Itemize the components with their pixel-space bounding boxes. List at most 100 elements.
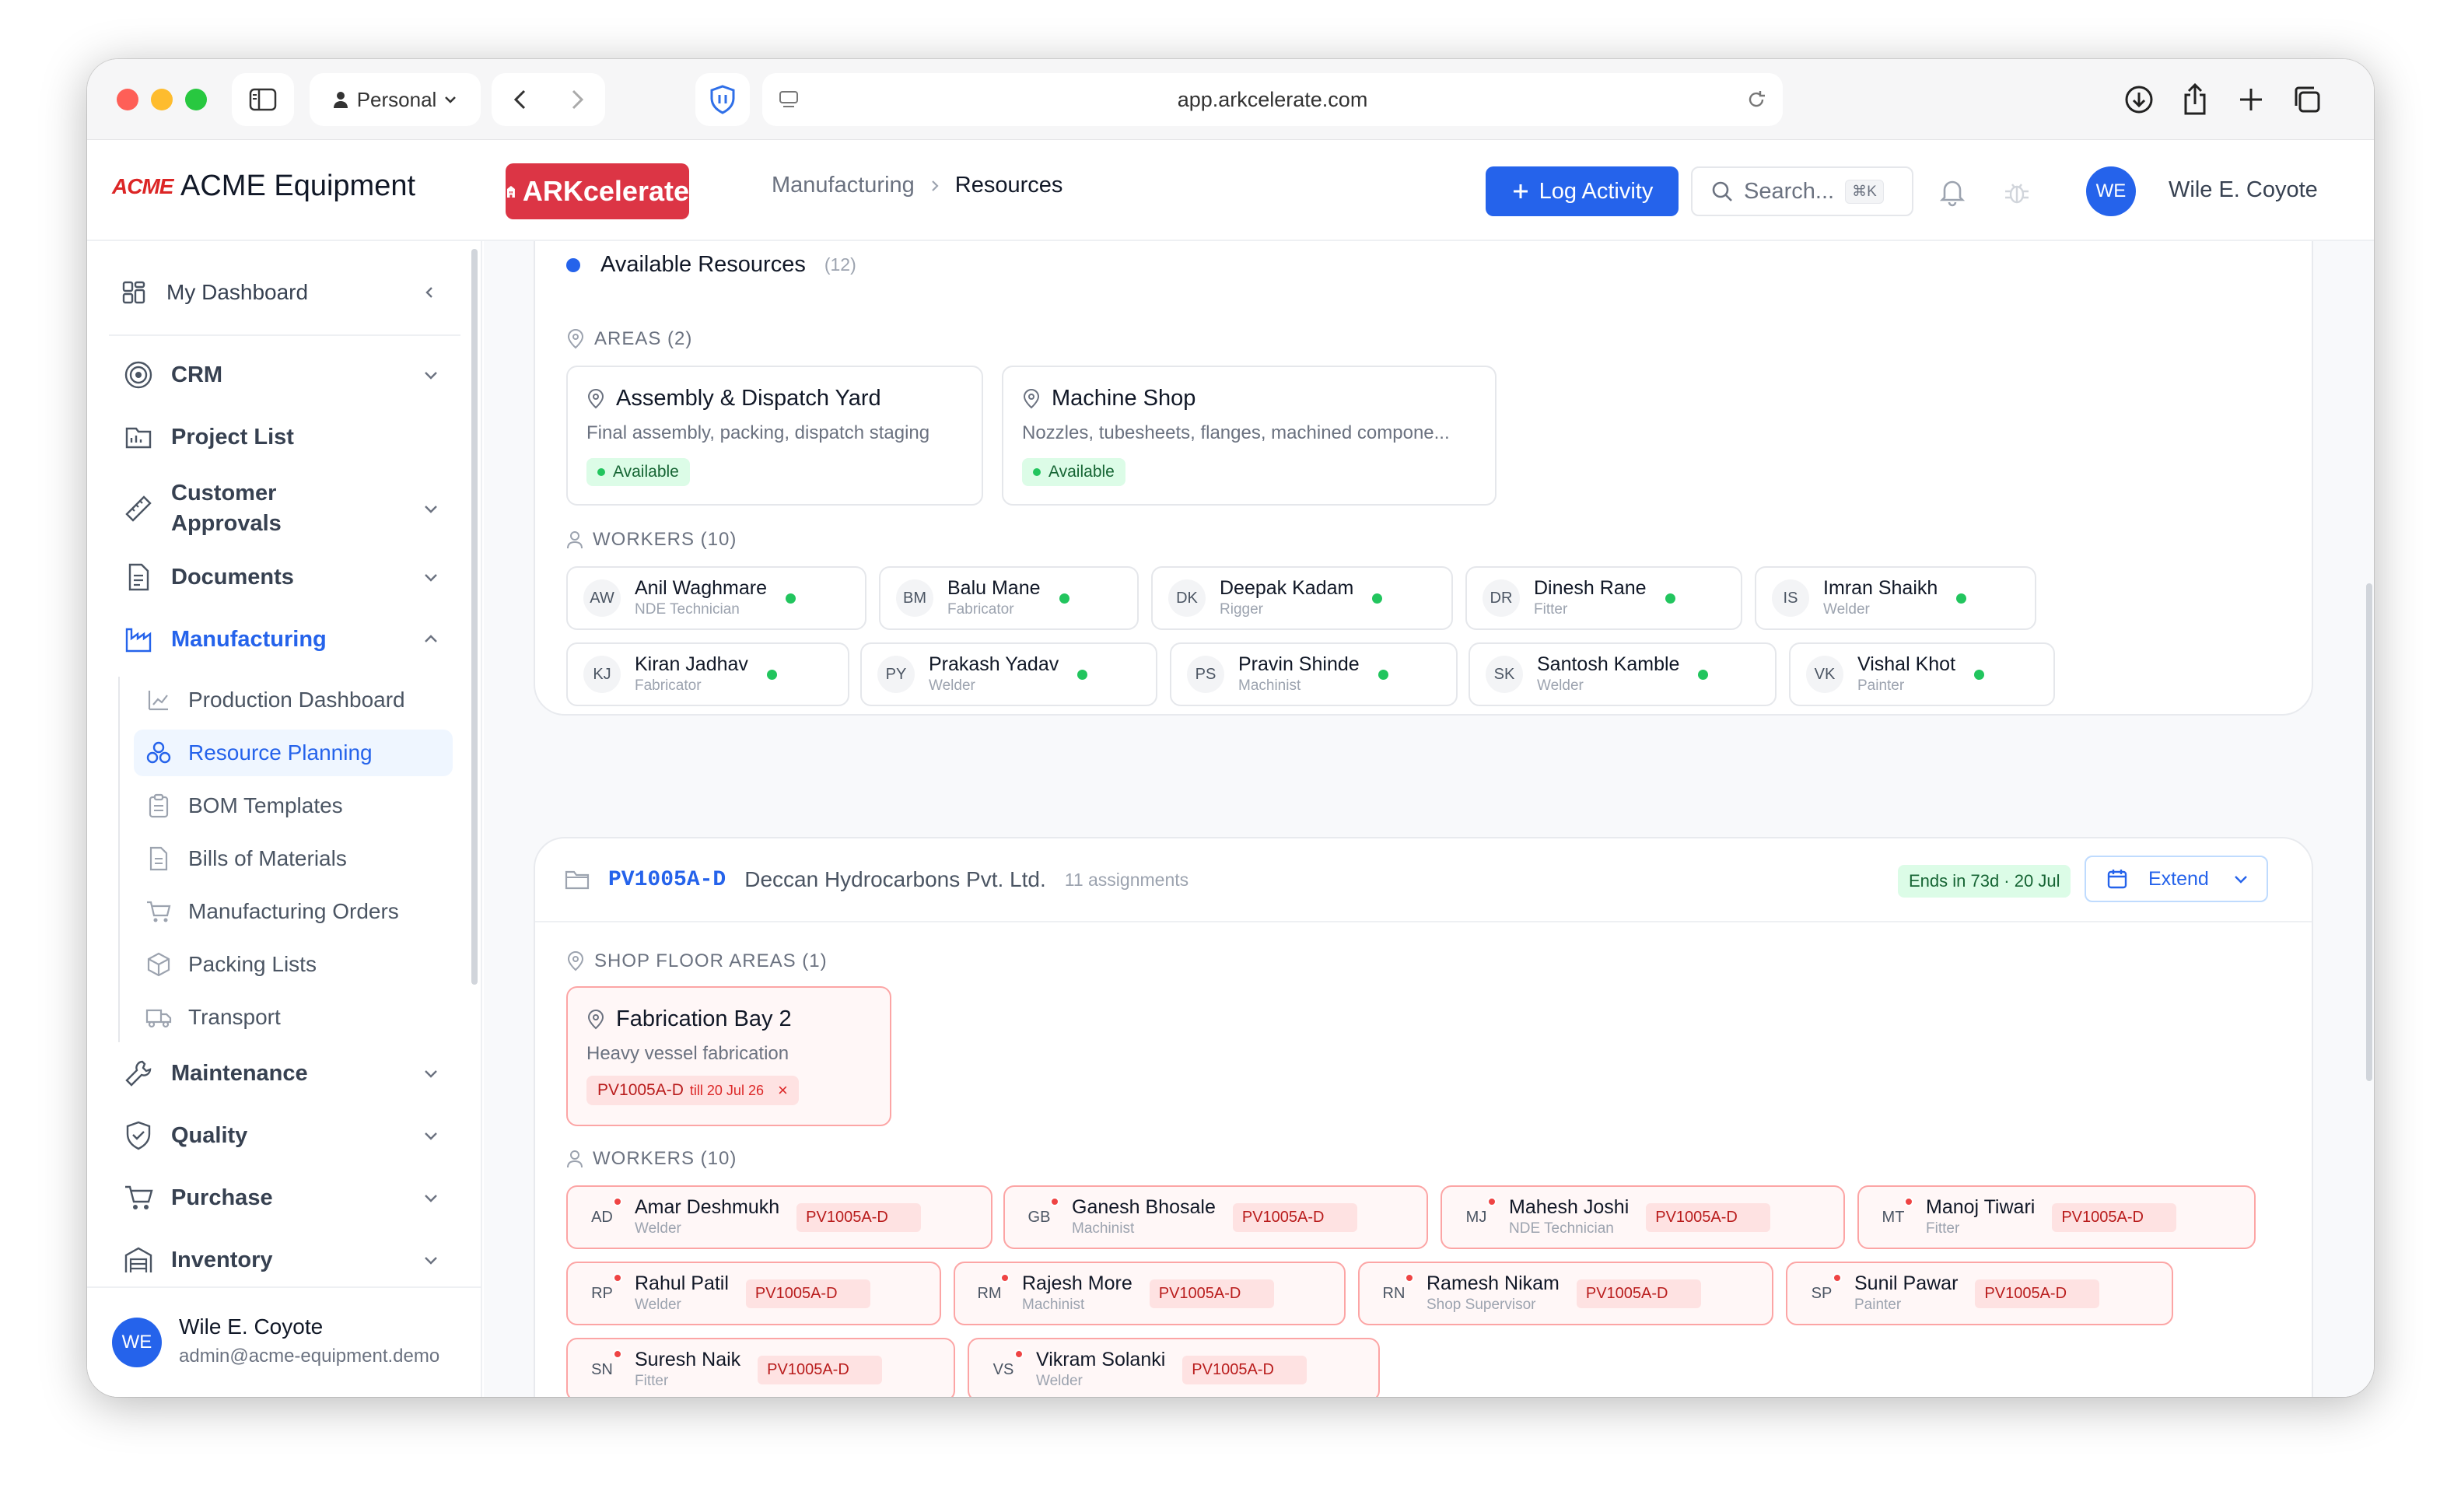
worker-chip[interactable]: RP Rahul Patil Welder PV1005A-D [566, 1262, 941, 1325]
password-extension-button[interactable] [695, 73, 750, 126]
sidebar-item-inventory[interactable]: Inventory [121, 1234, 448, 1286]
avatar: DR [1483, 579, 1520, 617]
worker-role: Machinist [1238, 677, 1301, 694]
browser-window: Personal app.arkcelerate.com ACME ACME E… [87, 59, 2374, 1397]
worker-chip[interactable]: RM Rajesh More Machinist PV1005A-D [954, 1262, 1346, 1325]
area-card[interactable]: Assembly & Dispatch Yard Final assembly,… [566, 366, 983, 506]
close-window-button[interactable] [117, 89, 138, 110]
assignment-tag: PV1005A-D [1975, 1279, 2100, 1308]
sidebar-item-label: Purchase [171, 1185, 273, 1210]
sidebar-item-bills-of-materials[interactable]: Bills of Materials [134, 835, 453, 882]
workers-label-text: WORKERS (10) [593, 529, 737, 550]
share-icon[interactable] [2175, 79, 2215, 120]
worker-chip[interactable]: RN Ramesh Nikam Shop Supervisor PV1005A-D [1358, 1262, 1773, 1325]
worker-chip[interactable]: AW Anil Waghmare NDE Technician [566, 566, 866, 630]
worker-chip[interactable]: VK Vishal Khot Painter [1789, 642, 2055, 706]
back-icon[interactable] [511, 88, 530, 111]
worker-chip[interactable]: GB Ganesh Bhosale Machinist PV1005A-D [1003, 1185, 1428, 1249]
user-name[interactable]: Wile E. Coyote [2169, 177, 2318, 203]
sidebar-toggle-button[interactable] [232, 73, 294, 126]
sidebar-item-maintenance[interactable]: Maintenance [121, 1047, 448, 1100]
avatar-initials: BM [903, 589, 926, 607]
browser-toolbar: Personal app.arkcelerate.com [87, 59, 2374, 140]
calendar-icon [2107, 870, 2127, 889]
bell-icon[interactable] [1937, 176, 1968, 207]
worker-chip[interactable]: DK Deepak Kadam Rigger [1151, 566, 1453, 630]
sidebar-item-transport[interactable]: Transport [134, 994, 453, 1041]
minimize-window-button[interactable] [151, 89, 173, 110]
worker-role: Welder [635, 1220, 681, 1237]
bug-icon[interactable] [2002, 177, 2032, 207]
avatar-initials: MJ [1465, 1208, 1487, 1226]
project-code[interactable]: PV1005A-D [608, 868, 726, 892]
remove-assignment-button[interactable]: × [778, 1080, 788, 1101]
truck-icon [143, 1002, 174, 1033]
sidebar-item-manufacturing[interactable]: Manufacturing [121, 613, 448, 666]
area-card[interactable]: Machine Shop Nozzles, tubesheets, flange… [1002, 366, 1497, 506]
chevron-down-icon [425, 574, 437, 582]
sidebar-footer[interactable]: WE Wile E. Coyote admin@acme-equipment.d… [87, 1286, 481, 1397]
worker-chip[interactable]: SN Suresh Naik Fitter PV1005A-D [566, 1338, 955, 1397]
worker-chip[interactable]: DR Dinesh Rane Fitter [1465, 566, 1742, 630]
worker-name: Deepak Kadam [1220, 577, 1354, 600]
worker-chip[interactable]: SK Santosh Kamble Welder [1469, 642, 1777, 706]
address-bar[interactable]: app.arkcelerate.com [762, 73, 1783, 126]
reload-icon[interactable] [1745, 89, 1767, 110]
avatar: PY [877, 656, 915, 693]
worker-chip[interactable]: IS Imran Shaikh Welder [1755, 566, 2036, 630]
worker-chip[interactable]: KJ Kiran Jadhav Fabricator [566, 642, 849, 706]
avatar-initials: IS [1783, 589, 1798, 607]
person-icon [333, 92, 348, 108]
busy-dot [1000, 1273, 1010, 1283]
main-scrollbar[interactable] [2366, 583, 2372, 1081]
avatar-initials: DR [1490, 589, 1513, 607]
sidebar-item-my-dashboard[interactable]: My Dashboard [121, 268, 448, 317]
project-icon [121, 420, 156, 454]
worker-chip[interactable]: AD Amar Deshmukh Welder PV1005A-D [566, 1185, 992, 1249]
avatar: MT [1875, 1197, 1913, 1236]
area-card[interactable]: Fabrication Bay 2 Heavy vessel fabricati… [566, 986, 891, 1126]
worker-chip[interactable]: PY Prakash Yadav Welder [860, 642, 1157, 706]
sidebar-item-packing-lists[interactable]: Packing Lists [134, 941, 453, 988]
sidebar-scrollbar[interactable] [471, 249, 478, 985]
ends-badge: Ends in 73d · 20 Jul [1898, 865, 2071, 898]
assignment-till: till 20 Jul 26 [689, 1082, 764, 1098]
sidebar-item-bom-templates[interactable]: BOM Templates [134, 782, 453, 829]
shop-floor-label-text: SHOP FLOOR AREAS (1) [594, 950, 828, 971]
sidebar-item-manufacturing-orders[interactable]: Manufacturing Orders [134, 888, 453, 935]
worker-chip[interactable]: PS Pravin Shinde Machinist [1170, 642, 1458, 706]
tabs-overview-icon[interactable] [2287, 79, 2327, 120]
collapse-sidebar-icon[interactable] [422, 285, 437, 300]
new-tab-icon[interactable] [2231, 79, 2271, 120]
sidebar-item-crm[interactable]: CRM [121, 348, 448, 401]
sidebar-item-purchase[interactable]: Purchase [121, 1171, 448, 1224]
forward-icon[interactable] [568, 88, 586, 111]
extend-button[interactable]: Extend [2085, 856, 2268, 902]
worker-role: Machinist [1072, 1220, 1135, 1237]
footer-initials: WE [121, 1332, 152, 1353]
search-input[interactable]: Search... ⌘K [1691, 166, 1913, 216]
log-activity-button[interactable]: Log Activity [1486, 166, 1679, 216]
app-brand-logo[interactable]: ARKcelerate [506, 163, 689, 219]
sidebar-item-quality[interactable]: Quality [121, 1109, 448, 1162]
worker-chip[interactable]: MT Manoj Tiwari Fitter PV1005A-D [1857, 1185, 2256, 1249]
sidebar-item-documents[interactable]: Documents [121, 551, 448, 604]
worker-chip[interactable]: VS Vikram Solanki Welder PV1005A-D [968, 1338, 1380, 1397]
sidebar-item-resource-planning[interactable]: Resource Planning [134, 730, 453, 776]
sidebar-item-project-list[interactable]: Project List [121, 411, 448, 464]
avatar-initials: KJ [593, 665, 611, 683]
downloads-icon[interactable] [2119, 79, 2159, 120]
worker-chip[interactable]: MJ Mahesh Joshi NDE Technician PV1005A-D [1441, 1185, 1845, 1249]
area-description: Nozzles, tubesheets, flanges, machined c… [1022, 422, 1450, 443]
breadcrumb-manufacturing[interactable]: Manufacturing [772, 173, 915, 198]
profile-selector[interactable]: Personal [310, 73, 481, 126]
user-avatar[interactable]: WE [2086, 166, 2136, 216]
sidebar-item-customer-approvals[interactable]: Customer Approvals [121, 474, 448, 543]
reader-icon[interactable] [778, 89, 800, 110]
chevron-right-icon [932, 180, 939, 191]
sidebar-item-label: Customer Approvals [171, 480, 282, 536]
zoom-window-button[interactable] [185, 89, 207, 110]
sidebar-item-production-dashboard[interactable]: Production Dashboard [134, 677, 453, 723]
worker-chip[interactable]: BM Balu Mane Fabricator [879, 566, 1139, 630]
worker-chip[interactable]: SP Sunil Pawar Painter PV1005A-D [1786, 1262, 2173, 1325]
